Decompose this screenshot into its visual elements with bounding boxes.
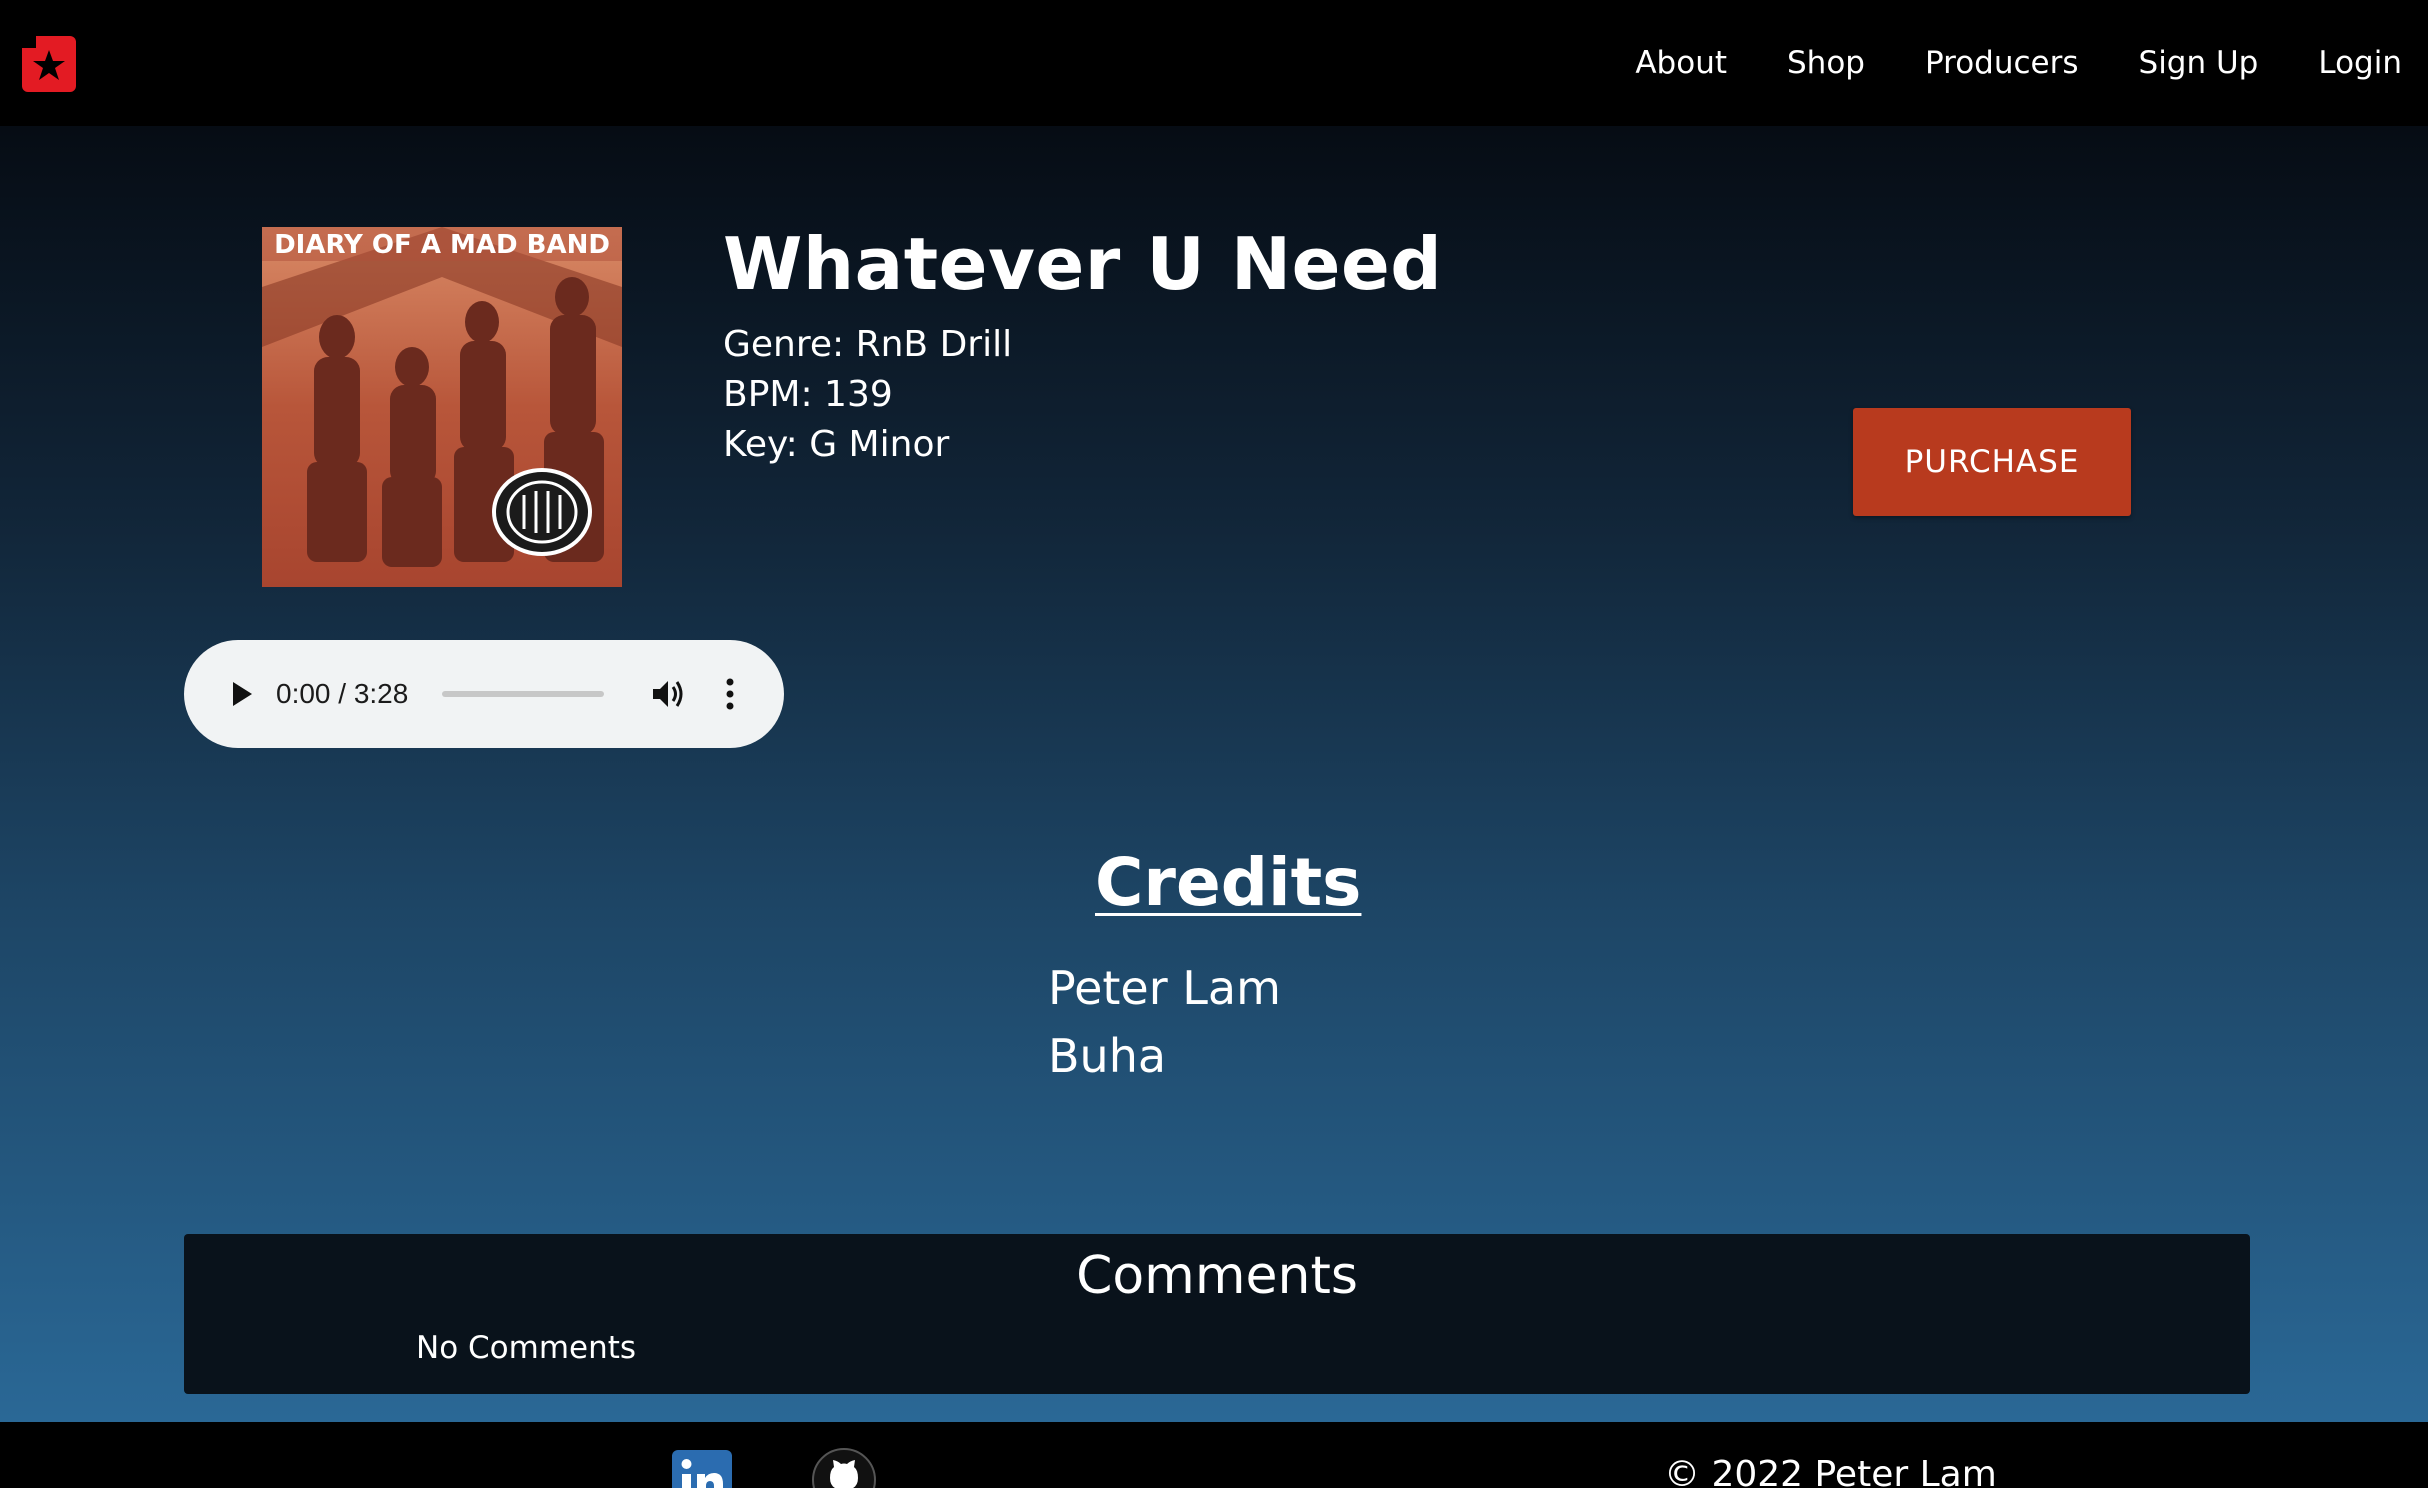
footer: © 2022 Peter Lam (0, 1422, 2428, 1488)
beat-detail-page: DIARY OF A MAD BAND Whatever U Need Genr… (0, 126, 2428, 1422)
nav-shop-link[interactable]: Shop (1787, 40, 1865, 86)
beat-title: Whatever U Need (723, 222, 1443, 306)
copyright-text: © 2022 Peter Lam (1664, 1454, 1997, 1488)
audio-progress-slider[interactable] (442, 691, 604, 697)
nav-links: About Shop Producers Sign Up Login (1635, 40, 2402, 86)
beat-key: Key: G Minor (723, 424, 950, 465)
comments-panel: Comments No Comments (184, 1234, 2250, 1394)
nav-producers-link[interactable]: Producers (1925, 40, 2079, 86)
credit-name: Peter Lam (1048, 961, 1281, 1015)
navbar: About Shop Producers Sign Up Login (0, 0, 2428, 126)
comments-heading: Comments (1076, 1246, 1358, 1306)
volume-icon[interactable] (650, 676, 686, 712)
cover-text: DIARY OF A MAD BAND (274, 230, 610, 260)
nav-login-link[interactable]: Login (2318, 40, 2402, 86)
more-options-icon[interactable] (724, 676, 736, 712)
audio-time-display: 0:00 / 3:28 (276, 678, 409, 709)
beat-meta: Genre: RnB Drill BPM: 139 Key: G Minor (723, 320, 1012, 470)
github-icon[interactable] (812, 1448, 876, 1488)
linkedin-icon[interactable] (672, 1450, 732, 1488)
beat-bpm: BPM: 139 (723, 374, 893, 415)
play-icon[interactable] (228, 680, 256, 708)
beat-genre: Genre: RnB Drill (723, 324, 1013, 365)
credit-name: Buha (1048, 1029, 1167, 1083)
nav-about-link[interactable]: About (1635, 40, 1727, 86)
audio-player: 0:00 / 3:28 (184, 640, 784, 748)
credits-list: Peter Lam Buha (1048, 954, 1281, 1090)
no-comments-text: No Comments (416, 1330, 637, 1366)
credits-heading: Credits (1095, 844, 1362, 921)
purchase-button[interactable]: PURCHASE (1853, 408, 2131, 516)
nav-signup-link[interactable]: Sign Up (2139, 40, 2259, 86)
album-cover-image: DIARY OF A MAD BAND (262, 227, 622, 587)
beatstars-logo-icon[interactable] (20, 34, 78, 94)
